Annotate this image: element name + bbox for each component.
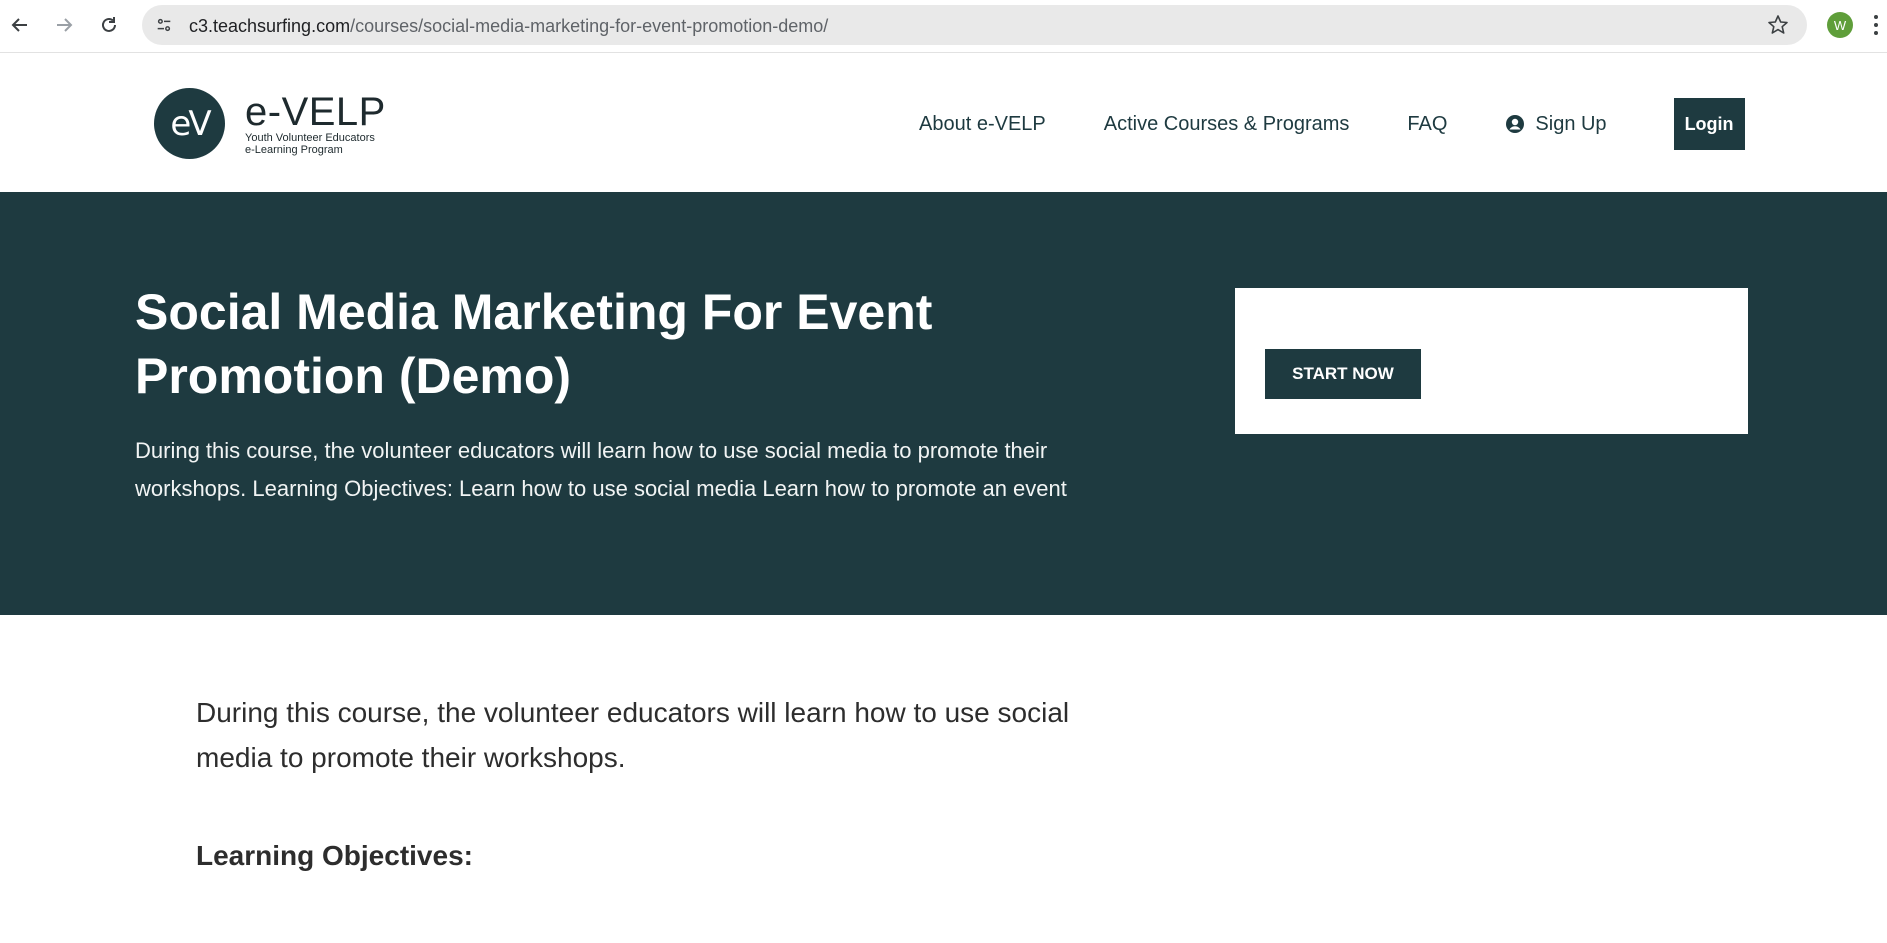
- reload-icon: [102, 17, 116, 32]
- browser-toolbar: c3.teachsurfing.com/courses/social-media…: [0, 0, 1887, 53]
- profile-avatar[interactable]: W: [1827, 12, 1853, 38]
- url-text: c3.teachsurfing.com/courses/social-media…: [189, 16, 828, 37]
- forward-button[interactable]: [49, 10, 79, 40]
- url-domain: c3.teachsurfing.com: [189, 16, 351, 36]
- site-header: eV e-VELP Youth Volunteer Educators e-Le…: [0, 54, 1887, 192]
- main-navigation: About e-VELP Active Courses & Programs F…: [919, 98, 1745, 150]
- logo-text: e-VELP Youth Volunteer Educators e-Learn…: [245, 92, 386, 156]
- reload-button[interactable]: [94, 10, 124, 40]
- arrow-right-icon: [57, 18, 73, 32]
- url-path: /courses/social-media-marketing-for-even…: [350, 16, 829, 36]
- back-button[interactable]: [5, 10, 35, 40]
- logo-name: e-VELP: [245, 89, 386, 134]
- course-intro: During this course, the volunteer educat…: [196, 697, 1070, 773]
- course-summary: During this course, the volunteer educat…: [135, 438, 1067, 501]
- browser-menu-icon[interactable]: [1869, 12, 1883, 38]
- arrow-left-icon: [11, 18, 27, 32]
- site-info-icon[interactable]: [152, 13, 176, 37]
- course-hero: Social Media Marketing For Event Promoti…: [0, 192, 1887, 615]
- nav-faq[interactable]: FAQ: [1407, 113, 1447, 136]
- login-button[interactable]: Login: [1673, 98, 1745, 150]
- address-bar[interactable]: c3.teachsurfing.com/courses/social-media…: [142, 5, 1807, 45]
- course-content: During this course, the volunteer educat…: [196, 690, 1196, 878]
- logo-mark: eV: [154, 88, 225, 159]
- nav-about[interactable]: About e-VELP: [919, 113, 1046, 136]
- course-title: Social Media Marketing For Event Promoti…: [135, 284, 933, 404]
- logo-tagline-1: Youth Volunteer Educators: [245, 131, 375, 144]
- start-now-button[interactable]: START NOW: [1265, 349, 1421, 399]
- user-circle-icon: [1506, 115, 1525, 133]
- nav-sign-up[interactable]: Sign Up: [1505, 112, 1607, 136]
- nav-active-courses[interactable]: Active Courses & Programs: [1104, 113, 1350, 136]
- site-logo[interactable]: eV e-VELP Youth Volunteer Educators e-Le…: [154, 88, 386, 159]
- sign-up-label: Sign Up: [1535, 112, 1607, 135]
- bookmark-star-icon[interactable]: [1767, 14, 1789, 36]
- enroll-card: START NOW: [1235, 288, 1748, 434]
- logo-tagline-2: e-Learning Program: [245, 143, 343, 156]
- learning-objectives-heading: Learning Objectives:: [196, 840, 473, 871]
